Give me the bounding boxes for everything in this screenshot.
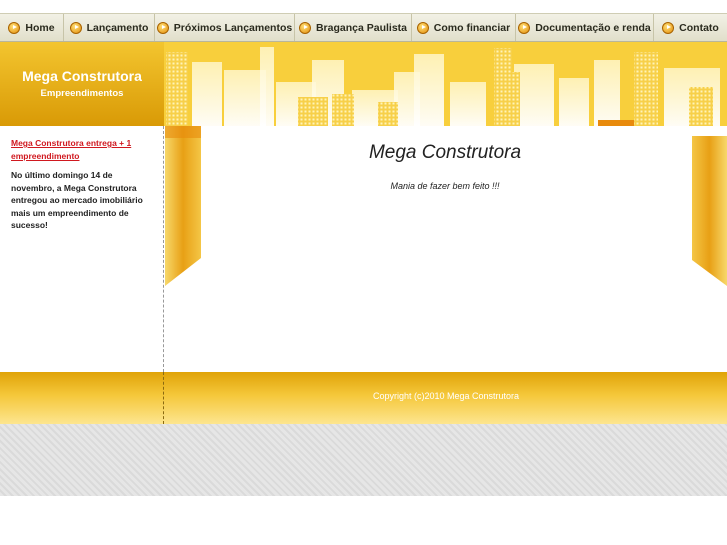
arrow-bullet-icon <box>298 21 311 34</box>
logo-subtitle: Empreendimentos <box>40 88 124 99</box>
nav-item-como-financiar[interactable]: Como financiar <box>412 14 516 41</box>
main-navigation: Home Lançamento Próximos Lançamentos Bra… <box>0 13 727 42</box>
page-title: Mega Construtora <box>368 142 522 163</box>
arrow-bullet-icon <box>8 21 21 34</box>
nav-item-lancamento[interactable]: Lançamento <box>64 14 155 41</box>
logo[interactable]: Mega Construtora Empreendimentos <box>0 42 164 126</box>
nav-label: Como financiar <box>433 21 511 34</box>
page-slogan: Mania de fazer bem feito !!! <box>390 181 500 191</box>
logo-title: Mega Construtora <box>22 68 142 84</box>
nav-label: Próximos Lançamentos <box>173 21 293 34</box>
nav-label: Home <box>25 21 55 34</box>
nav-label: Documentação e renda <box>535 21 651 34</box>
sidebar: Mega Construtora entrega + 1 empreendime… <box>0 126 164 372</box>
nav-label: Bragança Paulista <box>315 21 408 34</box>
arrow-bullet-icon <box>518 21 531 34</box>
nav-item-home[interactable]: Home <box>0 14 64 41</box>
header-banner: Mega Construtora Empreendimentos <box>0 42 727 126</box>
footer-left-panel <box>0 372 164 424</box>
arrow-bullet-icon <box>416 21 429 34</box>
nav-label: Contato <box>679 21 719 34</box>
arrow-bullet-icon <box>662 21 675 34</box>
news-body: No último domingo 14 de novembro, a Mega… <box>11 170 143 231</box>
nav-item-documentacao-renda[interactable]: Documentação e renda <box>516 14 654 41</box>
main-content: Mega Construtora Mania de fazer bem feit… <box>165 126 727 372</box>
bottom-pattern-band <box>0 424 727 496</box>
arrow-bullet-icon <box>69 21 82 34</box>
footer: Copyright (c)2010 Mega Construtora <box>0 372 727 424</box>
copyright-text: Copyright (c)2010 Mega Construtora <box>372 391 520 401</box>
arrow-bullet-icon <box>156 21 169 34</box>
top-margin <box>0 0 727 13</box>
news-headline-link[interactable]: Mega Construtora entrega + 1 empreendime… <box>11 137 153 163</box>
nav-item-braganca-paulista[interactable]: Bragança Paulista <box>295 14 412 41</box>
nav-item-contato[interactable]: Contato <box>654 14 727 41</box>
nav-label: Lançamento <box>86 21 149 34</box>
nav-item-proximos-lancamentos[interactable]: Próximos Lançamentos <box>155 14 295 41</box>
city-skyline-illustration <box>164 42 727 126</box>
